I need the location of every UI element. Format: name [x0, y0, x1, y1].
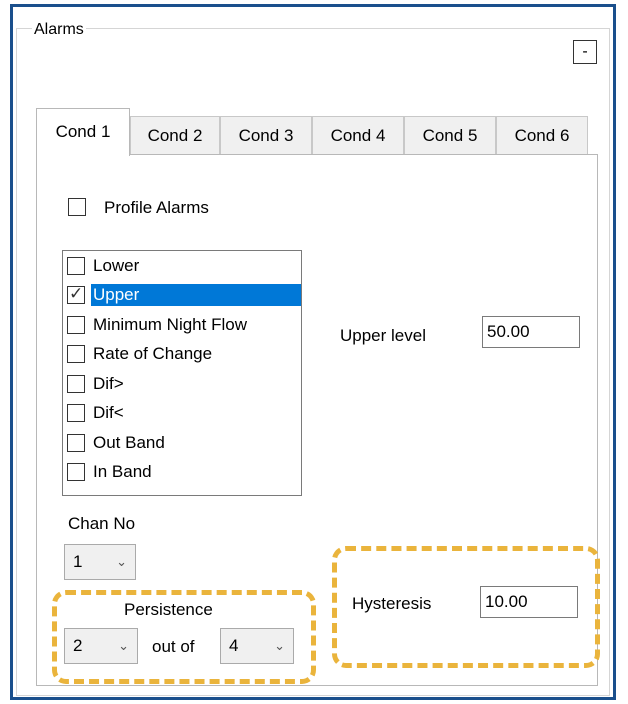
- alarm-type-list[interactable]: Lower Upper Minimum Night Flow Rate of C…: [62, 250, 302, 496]
- minimum-night-flow-checkbox[interactable]: [67, 316, 85, 334]
- chan-no-select[interactable]: 1 ⌄: [64, 544, 136, 580]
- list-item-lower[interactable]: Lower: [63, 255, 301, 277]
- alarms-group-title: Alarms: [32, 20, 86, 40]
- list-item-label: Dif>: [93, 374, 124, 393]
- hysteresis-label: Hysteresis: [352, 594, 432, 613]
- persistence-label: Persistence: [124, 600, 213, 619]
- collapse-button[interactable]: -: [573, 40, 597, 64]
- out-band-checkbox[interactable]: [67, 434, 85, 452]
- list-item-in-band[interactable]: In Band: [63, 461, 301, 483]
- in-band-checkbox[interactable]: [67, 463, 85, 481]
- upper-level-input[interactable]: 50.00: [482, 316, 580, 348]
- list-item-label: Upper: [91, 284, 301, 306]
- list-item-label: Rate of Change: [93, 344, 213, 363]
- lower-checkbox[interactable]: [67, 257, 85, 275]
- profile-alarms-label: Profile Alarms: [104, 198, 209, 217]
- chevron-down-icon: ⌄: [274, 638, 285, 653]
- dif-greater-checkbox[interactable]: [67, 375, 85, 393]
- chan-no-label: Chan No: [68, 514, 136, 533]
- list-item-rate-of-change[interactable]: Rate of Change: [63, 343, 301, 365]
- profile-alarms-checkbox[interactable]: [68, 198, 86, 216]
- list-item-minimum-night-flow[interactable]: Minimum Night Flow: [63, 314, 301, 336]
- chevron-down-icon: ⌄: [118, 638, 129, 653]
- dif-less-checkbox[interactable]: [67, 404, 85, 422]
- list-item-label: In Band: [93, 462, 152, 481]
- list-item-label: Dif<: [93, 403, 124, 422]
- tab-cond-6[interactable]: Cond 6: [496, 116, 588, 154]
- out-of-label: out of: [152, 637, 195, 656]
- persistence-count-select[interactable]: 2 ⌄: [64, 628, 138, 664]
- list-item-out-band[interactable]: Out Band: [63, 432, 301, 454]
- chan-no-value: 1: [73, 552, 83, 571]
- list-item-dif-greater[interactable]: Dif>: [63, 373, 301, 395]
- list-item-upper[interactable]: Upper: [63, 284, 301, 306]
- list-item-label: Lower: [93, 256, 140, 275]
- persistence-window-select[interactable]: 4 ⌄: [220, 628, 294, 664]
- tab-cond-4[interactable]: Cond 4: [312, 116, 404, 154]
- persistence-window-value: 4: [229, 636, 239, 655]
- tab-cond-5[interactable]: Cond 5: [404, 116, 496, 154]
- persistence-count-value: 2: [73, 636, 83, 655]
- rate-of-change-checkbox[interactable]: [67, 345, 85, 363]
- list-item-label: Out Band: [93, 433, 165, 452]
- upper-checkbox[interactable]: [67, 284, 85, 304]
- list-item-dif-less[interactable]: Dif<: [63, 402, 301, 424]
- tab-cond-3[interactable]: Cond 3: [220, 116, 312, 154]
- tab-cond-2[interactable]: Cond 2: [130, 116, 220, 154]
- upper-level-label: Upper level: [340, 326, 426, 345]
- tab-cond-1[interactable]: Cond 1: [36, 108, 130, 156]
- hysteresis-input[interactable]: 10.00: [480, 586, 578, 618]
- list-item-label: Minimum Night Flow: [93, 315, 247, 334]
- chevron-down-icon: ⌄: [116, 554, 127, 569]
